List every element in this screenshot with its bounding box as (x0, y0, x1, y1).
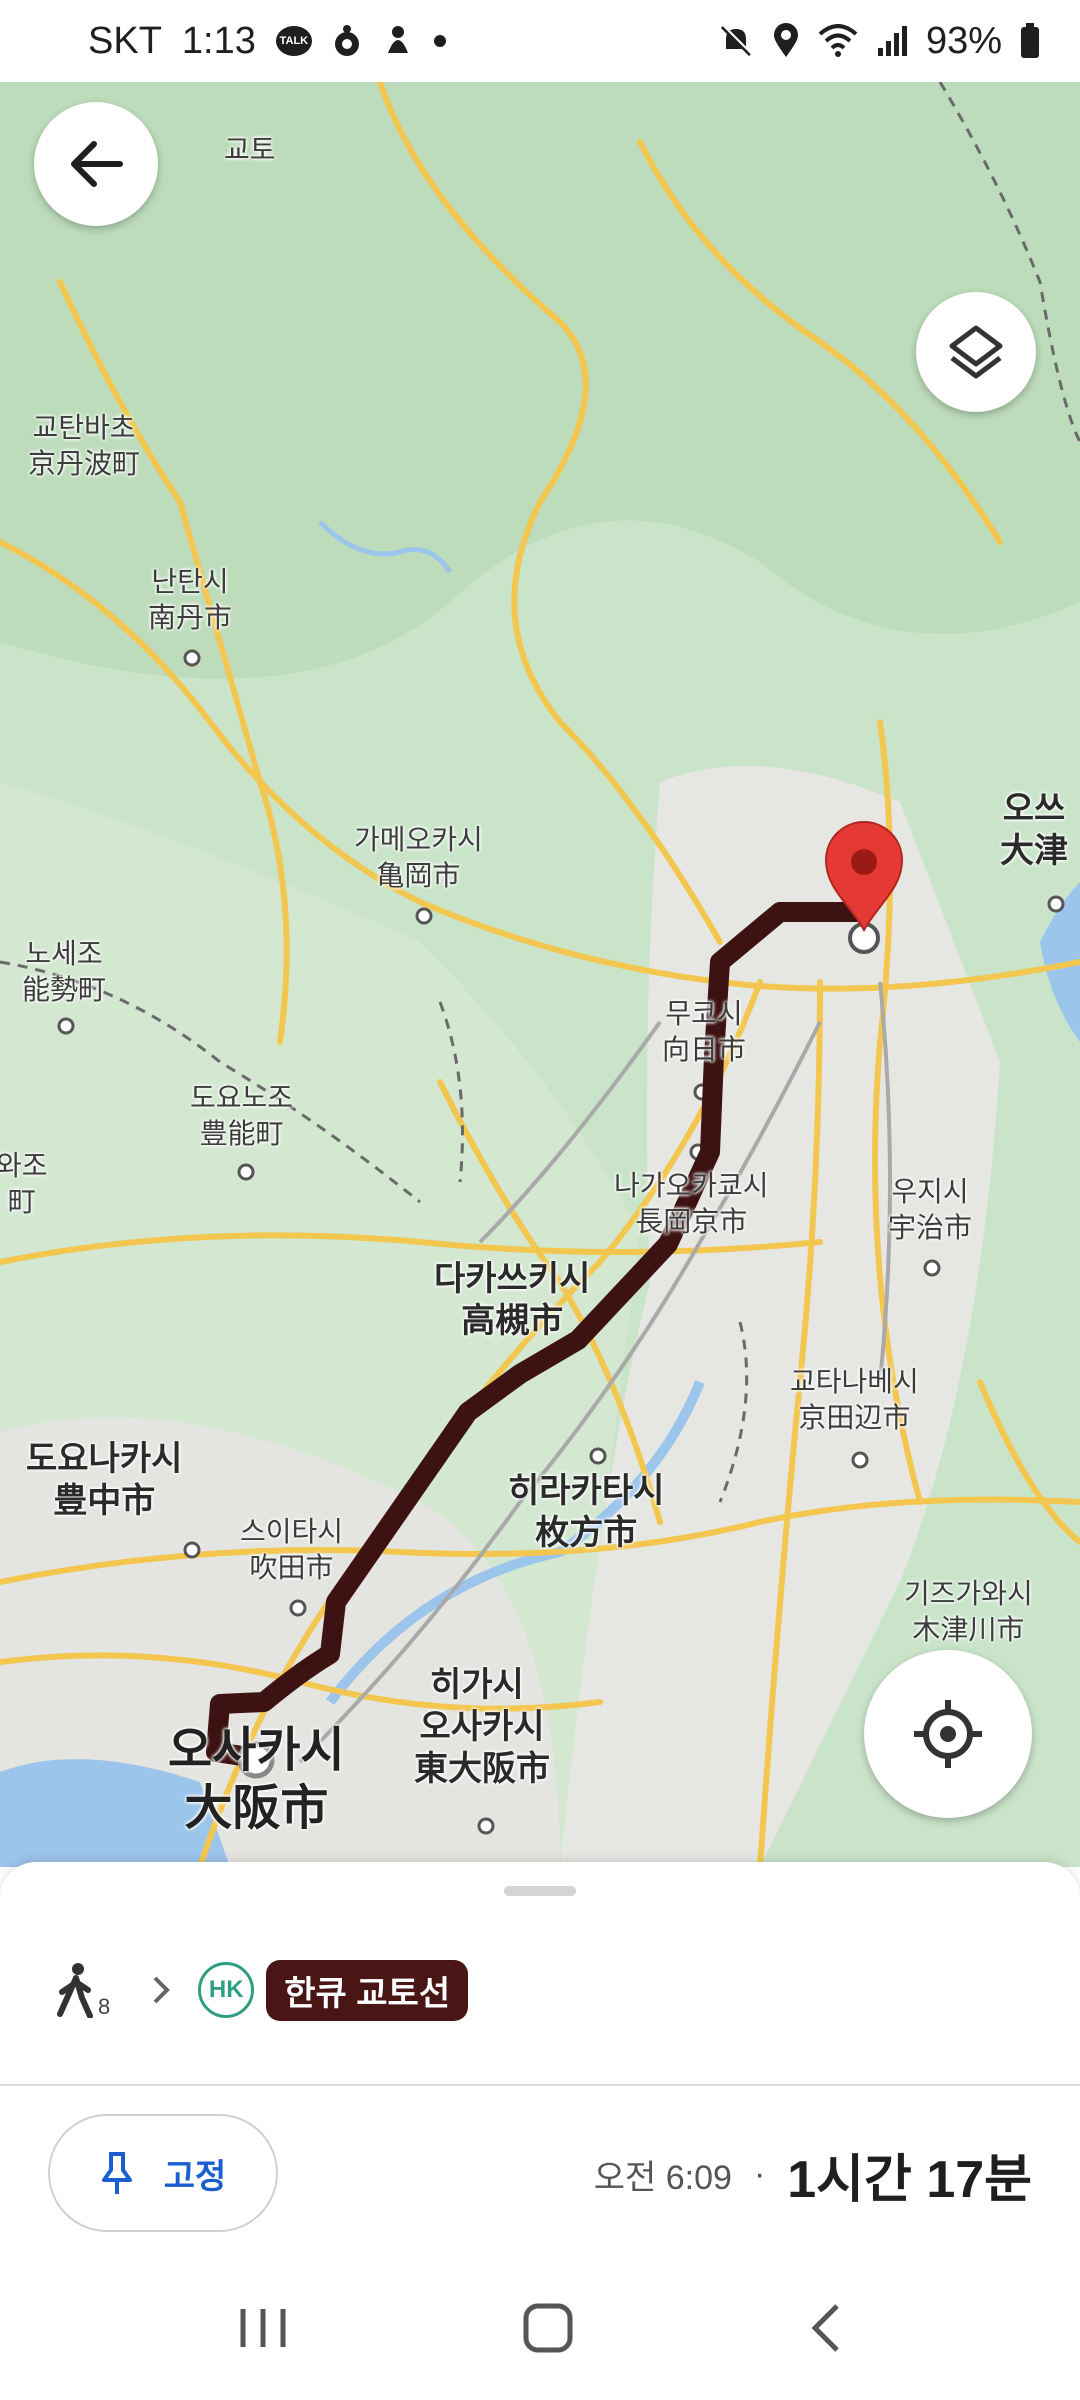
pin-icon (101, 2152, 132, 2194)
place-label-otsu: 오쓰 大津 (1000, 790, 1068, 870)
crosshair-icon (914, 1700, 982, 1768)
place-label-wazo: 와조 町 (0, 1150, 48, 1217)
divider (0, 2084, 1080, 2086)
recent-apps-button[interactable] (235, 2303, 291, 2358)
place-label-takatsuki: 다카쓰키시 高槻市 (434, 1260, 591, 1340)
battery-icon (1020, 23, 1040, 59)
chevron-right-icon (153, 1976, 171, 2004)
place-label-kyotanabe: 교타나베시 京田辺市 (790, 1366, 919, 1433)
line-name-chip: 한큐 교토선 (266, 1959, 469, 2021)
place-label-toyono: 도요노조 豊能町 (190, 1082, 294, 1149)
place-label-kyotamba: 교탄바초 京丹波町 (28, 412, 141, 479)
place-label-kizugawa: 기즈가와시 木津川市 (904, 1578, 1033, 1645)
place-label-osaka: 오사카시 大阪市 (168, 1724, 345, 1835)
place-label-kameoka: 가메오카시 亀岡市 (354, 824, 483, 891)
trip-duration: 1시간 17분 (787, 2150, 1032, 2209)
layers-button[interactable] (916, 292, 1036, 412)
signal-icon (876, 24, 908, 58)
walk-icon (57, 1963, 93, 2018)
chevron-left-icon (811, 2303, 840, 2352)
place-label-nagaokakyo: 나가오카쿄시 長岡京市 (614, 1170, 769, 1237)
sheet-drag-handle[interactable] (504, 1886, 576, 1896)
place-label-kyoto: 교토 (224, 134, 276, 165)
talk-icon: TALK (275, 26, 312, 56)
my-location-button[interactable] (864, 1650, 1032, 1818)
pin-button[interactable]: 고정 (48, 2114, 278, 2232)
departure-time: 오전 6:09 (593, 2158, 732, 2197)
notification-icon (382, 23, 414, 59)
place-label-suita: 스이타시 吹田市 (240, 1516, 344, 1583)
route-summary[interactable]: 8 HK 한큐 교토선 (56, 1950, 469, 2030)
recents-icon (240, 2308, 286, 2347)
place-label-nantan: 난탄시 南丹市 (148, 566, 233, 633)
back-button[interactable] (34, 102, 158, 226)
battery-percent: 93% (925, 19, 1002, 62)
layers-icon (949, 325, 1003, 379)
mute-icon (718, 23, 754, 59)
mascot-icon (332, 23, 362, 59)
place-label-nose: 노세조 能勢町 (22, 938, 107, 1005)
pin-label: 고정 (163, 2157, 227, 2196)
system-back-button[interactable] (805, 2300, 845, 2361)
place-label-higashiosaka: 오사카시 東大阪市 (414, 1708, 550, 1788)
walk-minutes: 8 (98, 1994, 111, 2019)
hankyu-line-badge: HK (198, 1962, 255, 2018)
map-view[interactable]: 교토 교탄바초 京丹波町 난탄시 南丹市 가메오카시 亀岡市 노세조 能勢町 도요노조 豊… (0, 82, 1080, 1867)
place-label-toyonaka: 도요나카시 豊中市 (26, 1440, 183, 1520)
dot-icon (433, 35, 446, 47)
home-button[interactable] (520, 2300, 576, 2361)
place-label-uji: 우지시 宇治市 (888, 1176, 973, 1243)
system-navigation-bar (0, 2260, 1080, 2400)
place-label-higashi: 히가시 (430, 1666, 524, 1704)
status-bar: SKT 1:13 TALK 93% (0, 0, 1080, 82)
place-label-muko: 무코시 向日市 (662, 998, 747, 1065)
home-icon (523, 2303, 573, 2352)
clock: 1:13 (181, 19, 256, 62)
trip-info: 오전 6:09 · 1시간 17분 (594, 2134, 1032, 2214)
place-label-hirakata: 히라카타시 枚方市 (508, 1472, 665, 1552)
wifi-icon (818, 24, 858, 58)
back-arrow-icon (71, 141, 123, 187)
carrier-label: SKT (88, 19, 162, 62)
location-icon (772, 23, 800, 59)
separator-dot: · (753, 2154, 766, 2193)
